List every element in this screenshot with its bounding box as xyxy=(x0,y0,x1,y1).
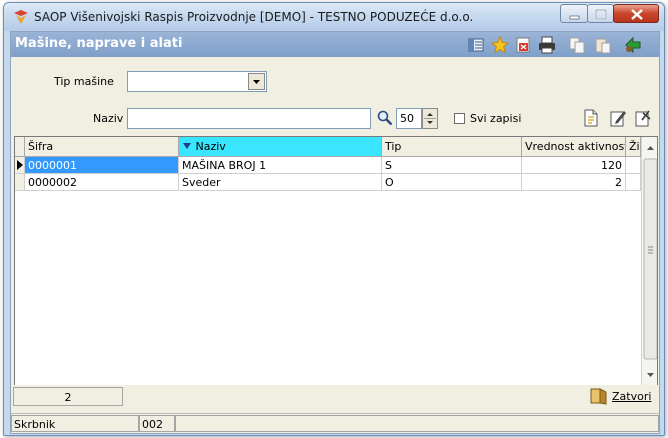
cell-zivotni[interactable] xyxy=(626,157,641,174)
cell-zivotni[interactable] xyxy=(626,174,641,191)
cell-naziv[interactable]: MAŠINA BROJ 1 xyxy=(179,157,382,174)
favorite-star-icon[interactable] xyxy=(490,35,510,55)
cell-tip[interactable]: O xyxy=(382,174,522,191)
name-search-input[interactable] xyxy=(127,108,371,129)
column-header-tip[interactable]: Tip xyxy=(382,137,522,157)
all-records-checkbox[interactable] xyxy=(454,113,465,124)
print-icon[interactable] xyxy=(537,35,557,55)
vertical-scrollbar[interactable] xyxy=(641,137,657,385)
machine-type-select[interactable] xyxy=(127,71,267,92)
panel-header: Mašine, naprave i alati xyxy=(11,32,659,57)
close-button[interactable]: Zatvori xyxy=(585,385,657,407)
app-logo-icon xyxy=(14,10,28,24)
cell-tip[interactable]: S xyxy=(382,157,522,174)
column-header-vrednost[interactable]: Vrednost aktivnosti xyxy=(522,137,626,157)
minimize-button[interactable] xyxy=(560,4,588,23)
owner-label: Skrbnik xyxy=(11,415,139,432)
cell-vrednost[interactable]: 2 xyxy=(522,174,626,191)
owner-value: 002 xyxy=(139,415,175,432)
chevron-down-icon xyxy=(253,80,260,84)
window-title: SAOP Višenivojski Raspis Proizvodnje [DE… xyxy=(34,10,474,24)
cell-sifra[interactable]: 0000001 xyxy=(25,157,179,174)
status-field xyxy=(175,415,659,432)
column-header-naziv-label: Naziv xyxy=(195,140,226,153)
column-header-naziv[interactable]: Naziv xyxy=(179,137,382,157)
close-document-icon[interactable] xyxy=(513,35,533,55)
sort-descending-icon xyxy=(183,143,191,149)
page-size-stepper[interactable] xyxy=(422,108,438,129)
machine-type-label: Tip mašine xyxy=(54,75,114,88)
maximize-button[interactable] xyxy=(587,4,614,23)
search-icon[interactable] xyxy=(376,109,394,127)
exit-icon[interactable] xyxy=(623,35,643,55)
minimize-icon xyxy=(569,15,580,20)
client-area: Mašine, naprave i alati Tip mašine Naziv… xyxy=(10,31,660,434)
row-pointer[interactable] xyxy=(15,157,25,174)
cell-vrednost[interactable]: 120 xyxy=(522,157,626,174)
column-header-sifra[interactable]: Šifra xyxy=(25,137,179,157)
cell-naziv[interactable]: Sveder xyxy=(179,174,382,191)
edit-record-icon[interactable] xyxy=(608,107,628,129)
name-label: Naziv xyxy=(93,112,124,125)
delete-record-icon[interactable] xyxy=(633,107,653,129)
new-record-icon[interactable] xyxy=(581,107,601,129)
all-records-label: Svi zapisi xyxy=(470,112,522,125)
machine-type-dropdown-button[interactable] xyxy=(248,73,265,90)
machines-grid[interactable]: Šifra Naziv Tip Vrednost aktivnosti Živo… xyxy=(14,136,658,386)
page-size-input[interactable]: 50 xyxy=(396,108,422,129)
scrollbar-arrows-icon xyxy=(643,146,657,377)
record-count: 2 xyxy=(13,387,123,406)
close-button-label: Zatvori xyxy=(612,390,652,403)
close-icon xyxy=(631,9,643,20)
title-bar[interactable]: SAOP Višenivojski Raspis Proizvodnje [DE… xyxy=(4,3,664,31)
list-view-icon[interactable] xyxy=(466,35,486,55)
main-window: SAOP Višenivojski Raspis Proizvodnje [DE… xyxy=(3,2,665,436)
maximize-icon xyxy=(595,9,607,20)
column-header-zivotni[interactable]: Životni xyxy=(626,137,641,157)
row-indicator-header xyxy=(15,137,25,157)
row-pointer-icon xyxy=(17,160,23,170)
door-exit-icon xyxy=(590,388,607,405)
cell-sifra[interactable]: 0000002 xyxy=(25,174,179,191)
row-selector[interactable] xyxy=(15,174,25,191)
paste-icon[interactable] xyxy=(593,35,613,55)
panel-title: Mašine, naprave i alati xyxy=(15,36,183,51)
close-window-button[interactable] xyxy=(613,4,659,23)
stepper-arrows-icon xyxy=(424,113,436,124)
copy-icon[interactable] xyxy=(567,35,587,55)
